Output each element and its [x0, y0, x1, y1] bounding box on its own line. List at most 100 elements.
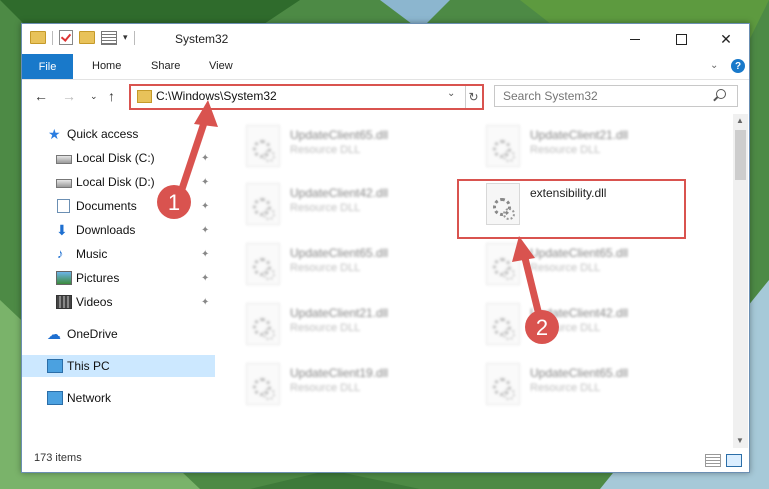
tab-home[interactable]: Home — [92, 60, 121, 72]
file-item[interactable]: UpdateClient42.dll Resource DLL — [482, 300, 712, 348]
pictures-icon — [56, 271, 72, 285]
large-icons-view-icon[interactable] — [726, 454, 742, 467]
minimize-button[interactable] — [612, 24, 658, 54]
tab-view[interactable]: View — [209, 60, 233, 72]
toolbar-divider — [133, 30, 135, 45]
dll-file-icon — [246, 125, 280, 167]
sidebar-item-local-disk-d[interactable]: Local Disk (D:) ✦ — [22, 171, 215, 193]
file-type: Resource DLL — [530, 322, 601, 334]
address-dropdown-button[interactable]: ⌄ — [447, 88, 455, 99]
gear-icon — [263, 150, 275, 162]
pin-icon[interactable]: ✦ — [201, 249, 209, 260]
sidebar-item-label: Network — [67, 391, 112, 405]
search-box[interactable] — [494, 85, 738, 107]
highlight-box — [457, 179, 686, 239]
pin-icon[interactable]: ✦ — [201, 153, 209, 164]
dropdown-icon[interactable]: ▾ — [123, 32, 128, 43]
file-item[interactable]: UpdateClient65.dll Resource DLL — [242, 240, 472, 288]
pin-icon[interactable]: ✦ — [201, 201, 209, 212]
help-icon[interactable]: ? — [731, 59, 745, 73]
search-icon[interactable] — [716, 89, 726, 99]
file-type: Resource DLL — [290, 262, 361, 274]
file-name: UpdateClient42.dll — [530, 306, 629, 320]
dll-file-icon — [486, 243, 520, 285]
explorer-window: ▾ System32 ✕ File Home Share View ⌄ ? ← … — [21, 23, 750, 473]
file-item[interactable]: UpdateClient65.dll Resource DLL — [482, 240, 712, 288]
gear-icon — [503, 388, 515, 400]
sidebar-item-quick-access[interactable]: ★ Quick access — [22, 123, 215, 145]
file-item[interactable]: UpdateClient65.dll Resource DLL — [242, 122, 472, 170]
drive-icon — [56, 179, 72, 188]
sidebar-item-documents[interactable]: Documents ✦ — [22, 195, 215, 217]
tab-file[interactable]: File — [22, 54, 73, 79]
refresh-button[interactable]: ↻ — [465, 86, 481, 108]
pin-icon[interactable]: ✦ — [201, 273, 209, 284]
network-icon — [47, 391, 63, 405]
navigation-bar: ← → ⌄ ↑ C:\Windows\System32 ⌄ ↻ — [22, 80, 749, 112]
scroll-up-icon[interactable]: ▲ — [736, 116, 744, 125]
pin-icon[interactable]: ✦ — [201, 297, 209, 308]
up-button[interactable]: ↑ — [108, 88, 115, 104]
maximize-button[interactable] — [658, 24, 704, 54]
sidebar-item-label: Pictures — [76, 271, 120, 285]
file-item[interactable]: UpdateClient65.dll Resource DLL — [482, 360, 712, 408]
quick-access-toolbar: ▾ — [30, 30, 135, 45]
status-bar: 173 items — [22, 448, 749, 472]
recent-locations-button[interactable]: ⌄ — [90, 91, 98, 102]
scrollbar-thumb[interactable] — [735, 130, 746, 180]
file-name: UpdateClient21.dll — [290, 306, 389, 320]
file-type: Resource DLL — [530, 382, 601, 394]
item-count: 173 items — [34, 452, 82, 464]
sidebar-item-label: Videos — [76, 295, 113, 309]
file-item[interactable]: UpdateClient21.dll Resource DLL — [482, 122, 712, 170]
properties-icon[interactable] — [101, 30, 117, 45]
address-bar[interactable]: C:\Windows\System32 ⌄ ↻ — [129, 84, 484, 110]
sidebar-item-onedrive[interactable]: ☁ OneDrive — [22, 323, 215, 345]
file-type: Resource DLL — [290, 382, 361, 394]
close-button[interactable]: ✕ — [703, 24, 749, 54]
sidebar-item-local-disk-c[interactable]: Local Disk (C:) ✦ — [22, 147, 215, 169]
window-title: System32 — [175, 32, 229, 46]
gear-icon — [263, 268, 275, 280]
star-icon: ★ — [48, 126, 61, 142]
toolbar-divider — [52, 30, 53, 45]
sidebar-item-this-pc[interactable]: This PC — [22, 355, 215, 377]
sidebar-item-label: Local Disk (D:) — [76, 175, 155, 189]
sidebar-item-videos[interactable]: Videos ✦ — [22, 291, 215, 313]
forward-button[interactable]: → — [62, 88, 76, 104]
music-icon: ♪ — [57, 246, 64, 261]
computer-icon — [47, 359, 63, 373]
sidebar-item-music[interactable]: ♪ Music ✦ — [22, 243, 215, 265]
cloud-icon: ☁ — [47, 326, 61, 342]
folder-icon — [30, 31, 46, 44]
file-item[interactable]: UpdateClient42.dll Resource DLL — [242, 180, 472, 228]
sidebar-item-label: Documents — [76, 199, 137, 213]
sidebar-item-label: Music — [76, 247, 108, 261]
file-type: Resource DLL — [290, 322, 361, 334]
expand-ribbon-icon[interactable]: ⌄ — [710, 60, 718, 71]
back-button[interactable]: ← — [34, 88, 48, 104]
navigation-pane: ★ Quick access Local Disk (C:) ✦ Local D… — [22, 116, 215, 439]
gear-icon — [263, 328, 275, 340]
tab-share[interactable]: Share — [151, 60, 180, 72]
sidebar-item-downloads[interactable]: ⬇ Downloads ✦ — [22, 219, 215, 241]
sidebar-item-pictures[interactable]: Pictures ✦ — [22, 267, 215, 289]
file-name: UpdateClient21.dll — [530, 128, 629, 142]
file-name: UpdateClient65.dll — [290, 246, 389, 260]
search-input[interactable] — [501, 88, 705, 104]
pin-icon[interactable]: ✦ — [201, 225, 209, 236]
sidebar-item-network[interactable]: Network — [22, 387, 215, 409]
file-item[interactable]: UpdateClient21.dll Resource DLL — [242, 300, 472, 348]
vertical-scrollbar[interactable]: ▲ ▼ — [733, 114, 748, 448]
details-view-icon[interactable] — [705, 454, 721, 467]
dll-file-icon — [486, 125, 520, 167]
scroll-down-icon[interactable]: ▼ — [736, 436, 744, 445]
pin-icon[interactable]: ✦ — [201, 177, 209, 188]
file-item[interactable]: UpdateClient19.dll Resource DLL — [242, 360, 472, 408]
file-name: UpdateClient65.dll — [530, 246, 629, 260]
properties-check-icon[interactable] — [59, 30, 73, 45]
new-folder-icon[interactable] — [79, 31, 95, 44]
address-path[interactable]: C:\Windows\System32 — [156, 89, 277, 103]
drive-icon — [56, 155, 72, 164]
dll-file-icon — [486, 363, 520, 405]
